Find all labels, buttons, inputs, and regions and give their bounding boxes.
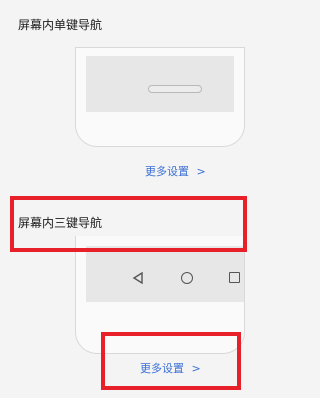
three-key-more-settings-link[interactable]: 更多设置 >	[140, 360, 201, 376]
single-key-nav-preview[interactable]	[75, 47, 245, 147]
single-key-nav-title: 屏幕内单键导航	[18, 18, 103, 32]
single-key-more-settings-link[interactable]: 更多设置 >	[145, 163, 206, 179]
recent-apps-icon	[229, 272, 240, 283]
back-icon	[132, 272, 143, 284]
preview-screen	[86, 56, 234, 112]
three-key-nav-preview[interactable]	[75, 236, 245, 354]
nav-bar	[86, 246, 244, 302]
chevron-right-icon: >	[191, 362, 201, 375]
chevron-right-icon: >	[196, 165, 206, 178]
home-icon	[181, 272, 193, 284]
more-settings-label: 更多设置	[145, 165, 189, 178]
more-settings-label: 更多设置	[140, 362, 184, 375]
three-key-nav-title[interactable]: 屏幕内三键导航	[18, 214, 102, 231]
gesture-bar	[148, 85, 202, 93]
